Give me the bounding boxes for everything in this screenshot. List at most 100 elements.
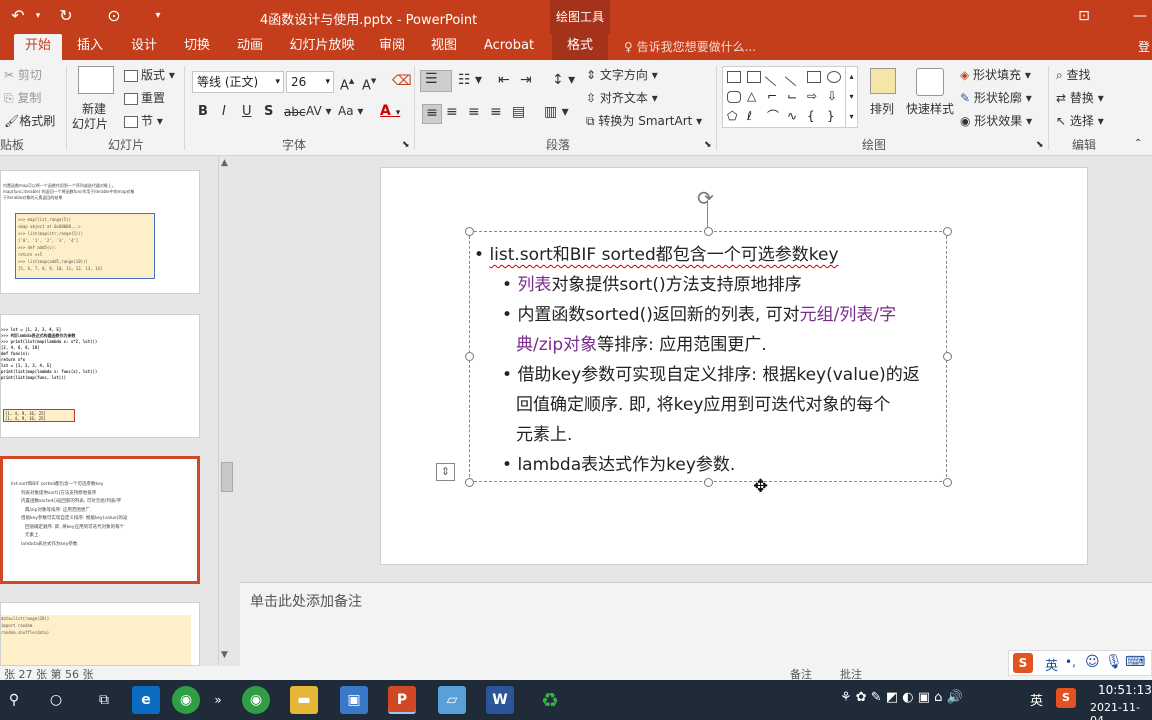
clock-time[interactable]: 10:51:13 xyxy=(1098,683,1152,697)
char-spacing-button[interactable]: AV ▾ xyxy=(306,104,332,118)
bullet-line[interactable]: 典/zip对象等排序: 应用范围更广. xyxy=(516,330,767,355)
change-case-button[interactable]: Aa ▾ xyxy=(338,104,363,118)
bullet-line[interactable]: 元素上. xyxy=(516,420,572,445)
bullet-line[interactable]: 回值确定顺序. 即, 将key应用到可迭代对象的每个 xyxy=(516,390,890,415)
tab-review[interactable]: 审阅 xyxy=(370,34,414,60)
tab-home[interactable]: 开始 xyxy=(14,34,62,60)
arrange-button[interactable]: 排列 xyxy=(870,100,894,117)
right-brace-shape-icon[interactable]: } xyxy=(827,110,841,123)
rounded-rect-shape-icon[interactable] xyxy=(727,91,741,103)
undo-dropdown-icon[interactable]: ▾ xyxy=(28,6,48,26)
font-size-combo[interactable]: 26 ▾ xyxy=(286,71,334,93)
scroll-thumb[interactable] xyxy=(221,462,233,492)
distributed-icon[interactable]: ▤ xyxy=(512,104,525,120)
tab-design[interactable]: 设计 xyxy=(122,34,166,60)
clock-date[interactable]: 2021-11-04 xyxy=(1090,701,1152,720)
edge-icon[interactable]: e xyxy=(132,686,160,714)
text-direction-button[interactable]: ⇕ 文字方向 ▾ xyxy=(586,66,658,83)
clear-format-icon[interactable]: ⌫ xyxy=(392,73,412,89)
bullet-line[interactable]: • lambda表达式作为key参数. xyxy=(502,450,735,475)
chrome-icon[interactable]: ◉ xyxy=(242,686,270,714)
textbox-shape-icon[interactable] xyxy=(727,71,741,83)
resize-handle-se[interactable] xyxy=(943,478,952,487)
columns-icon[interactable]: ▥ ▾ xyxy=(544,104,569,120)
bullet-line[interactable]: • 内置函数sorted()返回新的列表, 可对元组/列表/字 xyxy=(502,300,896,325)
quick-styles-button[interactable]: 快速样式 xyxy=(906,100,954,117)
grow-font-icon[interactable]: A▴ xyxy=(340,74,354,93)
font-name-combo[interactable]: 等线 (正文) ▾ xyxy=(192,71,284,93)
dialog-launcher-icon[interactable]: ⬊ xyxy=(1036,140,1044,150)
cortana-icon[interactable]: ○ xyxy=(42,686,70,714)
italic-button[interactable]: I xyxy=(222,104,226,119)
autofit-options-icon[interactable]: ⇕ xyxy=(436,463,455,481)
left-brace-shape-icon[interactable]: { xyxy=(807,110,821,123)
powerpoint-icon[interactable]: P xyxy=(388,686,416,714)
bullet-line[interactable]: • 借助key参数可实现自定义排序: 根据key(value)的返 xyxy=(502,360,920,385)
dialog-launcher-icon[interactable]: ⬊ xyxy=(402,140,410,150)
notes-placeholder[interactable]: 单击此处添加备注 xyxy=(250,591,362,611)
resize-handle-sw[interactable] xyxy=(465,478,474,487)
layout-button[interactable]: 版式 ▾ xyxy=(124,66,175,83)
sogou-tray-icon[interactable]: S xyxy=(1056,688,1076,708)
tab-acrobat[interactable]: Acrobat xyxy=(480,34,538,60)
select-button[interactable]: ↖ 选择 ▾ xyxy=(1056,112,1104,129)
sign-in[interactable]: 登 xyxy=(1138,38,1150,55)
resize-handle-n[interactable] xyxy=(704,227,713,236)
tab-animations[interactable]: 动画 xyxy=(228,34,272,60)
numbering-icon[interactable]: ☷ ▾ xyxy=(458,72,482,88)
ime-lang[interactable]: 英 xyxy=(1045,655,1058,674)
tab-format[interactable]: 格式 xyxy=(552,34,608,60)
quick-styles-icon[interactable] xyxy=(916,68,944,96)
arc-shape-icon[interactable]: ⌒ xyxy=(767,110,781,123)
new-slide-icon[interactable] xyxy=(78,66,114,94)
word-icon[interactable]: W xyxy=(486,686,514,714)
rotate-handle-icon[interactable]: ⟳ xyxy=(697,186,714,210)
slide-thumbnail-selected[interactable]: list.sort和BIF sorted都包含一个可选参数key 列表对象提供s… xyxy=(0,456,200,584)
bullet-line[interactable]: • list.sort和BIF sorted都包含一个可选参数key xyxy=(474,240,839,265)
gallery-scroll[interactable]: ▴ ▾ ▾ xyxy=(845,67,857,127)
task-view-icon[interactable]: ⧉ xyxy=(90,686,118,714)
search-icon[interactable]: ⚲ xyxy=(0,686,28,714)
align-center-icon[interactable]: ≡ xyxy=(446,104,458,120)
recycle-icon[interactable]: ♻ xyxy=(536,686,564,714)
emoji-icon[interactable]: ☺ xyxy=(1085,654,1100,670)
resize-handle-ne[interactable] xyxy=(943,227,952,236)
notes-app-icon[interactable]: ▱ xyxy=(438,686,466,714)
triangle-shape-icon[interactable]: △ xyxy=(747,90,761,103)
shadow-button[interactable]: S xyxy=(264,104,273,119)
tab-slideshow[interactable]: 幻灯片放映 xyxy=(286,34,358,60)
dialog-launcher-icon[interactable]: ⬊ xyxy=(704,140,712,150)
slide-thumbnail[interactable]: 内置函数map可以将一个函数作用到一个序列或迭代器对象上。 map(func,i… xyxy=(0,170,200,294)
justify-icon[interactable]: ≡ xyxy=(490,104,502,120)
reset-button[interactable]: 重置 xyxy=(124,89,165,106)
show-more-icon[interactable]: » xyxy=(204,686,232,714)
thumbnails-scrollbar[interactable]: ▲ ▼ xyxy=(218,156,234,666)
slide-thumbnails-pane[interactable]: 内置函数map可以将一个函数作用到一个序列或迭代器对象上。 map(func,i… xyxy=(0,156,218,666)
package-installer-icon[interactable]: ▣ xyxy=(340,686,368,714)
shape-fill-button[interactable]: ◈ 形状填充 ▾ xyxy=(960,66,1031,83)
shapes-gallery[interactable]: △ ⌐ ⌙ ⇨ ⇩ ⬠ ℓ ⌒ ∿ { } ▴ ▾ ▾ xyxy=(722,66,858,128)
line-spacing-icon[interactable]: ↕ ▾ xyxy=(552,72,575,88)
section-button[interactable]: 节 ▾ xyxy=(124,112,163,129)
resize-handle-e[interactable] xyxy=(943,352,952,361)
tab-transitions[interactable]: 切换 xyxy=(175,34,219,60)
punctuation-icon[interactable]: •, xyxy=(1065,655,1076,669)
find-button[interactable]: ⌕ 查找 xyxy=(1056,66,1091,83)
line-shape-icon[interactable] xyxy=(764,67,784,87)
slide-thumbnail[interactable]: >>> lst = [1, 2, 3, 4, 5] >>> #用lambda表达… xyxy=(0,314,200,438)
minimize-icon[interactable]: — xyxy=(1130,6,1150,26)
tray-lang[interactable]: 英 xyxy=(1030,690,1043,709)
decrease-indent-icon[interactable]: ⇤ xyxy=(498,72,510,88)
tray-icons[interactable]: ⚘ ✿ ✎ ◩ ◐ ▣ ⌂ 🔊 xyxy=(840,690,963,705)
copy-button[interactable]: ⎘ 复制 xyxy=(4,89,41,106)
arrow-shape-icon[interactable] xyxy=(784,67,804,87)
elbow-arrow-icon[interactable]: ⌙ xyxy=(787,90,801,103)
bullets-button[interactable]: ☰ xyxy=(420,70,452,92)
file-explorer-icon[interactable]: ▬ xyxy=(290,686,318,714)
customize-toolbar-icon[interactable]: ▾ xyxy=(148,6,168,26)
collapse-ribbon-icon[interactable]: ⌃ xyxy=(1134,138,1142,149)
tell-me-search[interactable]: ♀ 告诉我您想要做什么... xyxy=(624,38,756,55)
align-left-icon[interactable]: ≡ xyxy=(422,104,442,124)
underline-button[interactable]: U xyxy=(242,104,252,119)
align-text-button[interactable]: ⇳ 对齐文本 ▾ xyxy=(586,89,658,106)
